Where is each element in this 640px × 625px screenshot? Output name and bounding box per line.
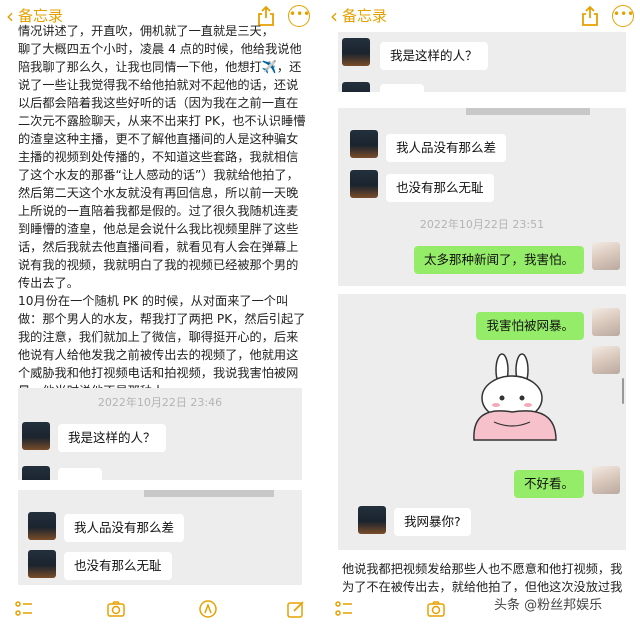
back-label: 备忘录	[342, 7, 388, 25]
story-line: 了这个水友的那番“让人感动的话”）我就给他拍了，	[18, 168, 299, 182]
story-line: 个威胁我和他打视频电话和拍视频，我说我害怕被网	[18, 366, 299, 380]
story-text: 他说我都把视频发给那些人也不愿意和他打视频，我 为了不在被传出去，就给他拍了，但…	[342, 560, 632, 596]
avatar	[22, 422, 50, 450]
story-line: 他说有人给他发我之前被传出去的视频了，他就用这	[18, 348, 299, 362]
message-bubble: 我人品没有那么差	[64, 514, 185, 542]
chat-screenshot: 我是这样的人？	[338, 32, 626, 92]
story-line: 说有我的视频，我就明白了我的视频已经被那个男的	[18, 258, 299, 272]
chat-timestamp: 2022年10月22日 23:46	[97, 396, 223, 409]
watermark: 头条 @粉丝邦娱乐	[490, 592, 607, 615]
story-line: 陪我聊了那么久，让我也同情一下他，他想打✈️，还	[18, 60, 302, 74]
story-line: 以后都会陪着我这些好听的话（因为我在之前一直在	[18, 96, 299, 110]
bunny-sticker-icon	[473, 353, 557, 441]
right-screenshot: ‹ 备忘录 ••• 我是这样的人？ 我人品没有那么差 也没有那么无耻 2022年…	[324, 0, 640, 625]
message-bubble: 我人品没有那么差	[386, 134, 507, 162]
nav-bar: ‹ 备忘录 •••	[324, 0, 640, 32]
bottom-toolbar	[0, 593, 316, 625]
message-bubble: 也没有那么无耻	[386, 174, 494, 202]
avatar	[342, 82, 370, 92]
camera-icon[interactable]	[106, 599, 126, 619]
avatar	[28, 550, 56, 578]
story-line: 上所说的一直陪着我都是假的。过了很久我随机连麦	[18, 204, 299, 218]
message-bubble-sent: 不好看。	[513, 470, 584, 498]
camera-icon[interactable]	[426, 599, 446, 619]
story-line: 我的注意，我们就加上了微信，聊得挺开心的，后来	[18, 330, 299, 344]
chat-timestamp: 2022年10月22日 23:51	[419, 218, 545, 231]
message-bubble	[380, 84, 424, 92]
chat-screenshot: 2022年10月22日 23:46 我是这样的人？	[18, 388, 302, 480]
story-line: 传出去了。	[18, 276, 79, 290]
story-line: 他说我都把视频发给那些人也不愿意和他打视频，我	[342, 562, 623, 576]
redaction-bar	[144, 490, 274, 497]
story-line: 话，然后我就去他直播间看，就看见有人会在弹幕上	[18, 240, 299, 254]
scrollbar[interactable]	[622, 378, 624, 404]
checklist-icon[interactable]	[14, 599, 34, 619]
story-line: 情况讲述了，开直吹，佣机就了一直就是三天，	[18, 24, 274, 38]
chat-screenshot: 我人品没有那么差 也没有那么无耻	[18, 490, 302, 585]
avatar	[592, 242, 620, 270]
avatar	[350, 130, 378, 158]
back-button[interactable]: ‹ 备忘录	[330, 5, 387, 26]
story-line: 然后第二天这个水友就没有再回信息，所以前一天晚	[18, 186, 299, 200]
checklist-icon[interactable]	[334, 599, 354, 619]
avatar	[22, 466, 50, 480]
story-line: 做：那个男人的水友，帮我打了两把 PK，然后引起了	[18, 312, 306, 326]
chat-screenshot: 我人品没有那么差 也没有那么无耻 2022年10月22日 23:51 太多那种新…	[338, 108, 626, 286]
story-line: 主播的视频到处传播的，不知道这些套路，我就相信	[18, 150, 299, 164]
more-icon[interactable]: •••	[612, 5, 634, 27]
left-screenshot: ‹ 备忘录 ••• 情况讲述了，开直吹，佣机就了一直就是三天， 聊了大概四五个小…	[0, 0, 316, 625]
story-line: 到睡懵的渣皇，他总是会说什么我比视频里胖了这些	[18, 222, 299, 236]
message-bubble: 也没有那么无耻	[64, 552, 172, 580]
message-bubble: 我网暴你?	[394, 508, 471, 536]
message-bubble: 我是这样的人？	[58, 424, 166, 452]
panel-divider	[316, 0, 324, 625]
avatar	[28, 512, 56, 540]
story-line: 的渣皇这种主播，更不了解他直播间的人是这种骗女	[18, 132, 299, 146]
story-line: 聊了大概四五个小时，凌晨 4 点的时候，他给我说他	[18, 42, 302, 56]
avatar	[592, 466, 620, 494]
story-line: 说了一些让我觉得我不给他拍就对不起他的话，还说	[18, 78, 299, 92]
redaction-bar	[466, 108, 590, 115]
compose-icon[interactable]	[286, 599, 306, 619]
share-icon[interactable]	[580, 5, 600, 27]
message-bubble-sent: 太多那种新闻了，我害怕。	[413, 246, 584, 274]
avatar	[350, 170, 378, 198]
story-text: 情况讲述了，开直吹，佣机就了一直就是三天， 聊了大概四五个小时，凌晨 4 点的时…	[18, 22, 306, 400]
avatar	[592, 308, 620, 336]
message-bubble	[58, 468, 102, 480]
avatar	[592, 346, 620, 374]
avatar	[358, 506, 386, 534]
avatar	[342, 38, 370, 66]
story-line: 10月份在一个随机 PK 的时候，从对面来了一个叫	[18, 294, 289, 308]
message-bubble: 我是这样的人？	[380, 42, 488, 70]
message-bubble-sent: 我害怕被网暴。	[476, 312, 584, 340]
back-chevron-icon: ‹	[330, 3, 338, 28]
story-line: 二次元不露脸聊天，从来不出来打 PK，也不认识睡懵	[18, 114, 306, 128]
back-chevron-icon: ‹	[6, 3, 14, 28]
markup-icon[interactable]	[198, 599, 218, 619]
